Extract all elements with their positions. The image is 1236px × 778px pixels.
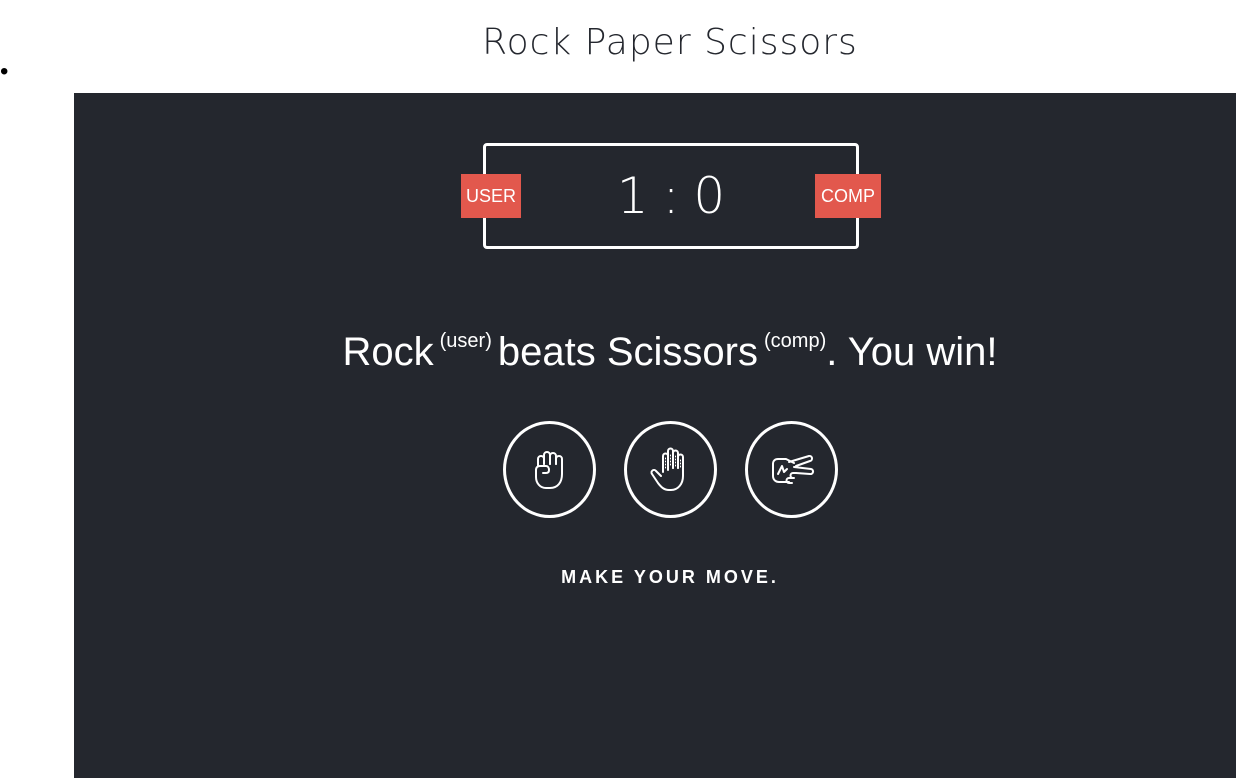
comp-score: 0	[693, 167, 726, 225]
scoreboard: USER COMP 1 : 0	[461, 143, 881, 249]
user-tag: (user)	[439, 330, 492, 352]
comp-move: Scissors	[606, 330, 758, 374]
score-display: 1 : 0	[486, 146, 856, 246]
game-panel: USER COMP 1 : 0 Rock (user) beats Scissors…	[74, 93, 1236, 778]
result-outcome: . You win!	[826, 330, 998, 374]
comp-tag: (comp)	[764, 330, 827, 352]
choices	[74, 421, 1236, 518]
result-verb: beats	[497, 330, 596, 374]
user-score: 1	[616, 167, 649, 225]
score-separator: :	[662, 167, 680, 225]
user-move: Rock	[342, 330, 434, 374]
paper-button[interactable]	[623, 421, 717, 518]
action-message: MAKE YOUR MOVE.	[561, 567, 779, 587]
page: • Rock Paper Scissors USER COMP 1 : 0 Ro…	[0, 0, 1236, 778]
open-hand-icon	[650, 447, 684, 491]
fist-icon	[535, 450, 563, 489]
result-message: Rock (user) beats Scissors (comp). You win!	[74, 313, 1236, 380]
scissors-hand-icon	[772, 454, 815, 484]
scissors-button[interactable]	[744, 421, 838, 518]
page-title: Rock Paper Scissors	[482, 22, 858, 63]
rock-button[interactable]	[502, 421, 596, 518]
